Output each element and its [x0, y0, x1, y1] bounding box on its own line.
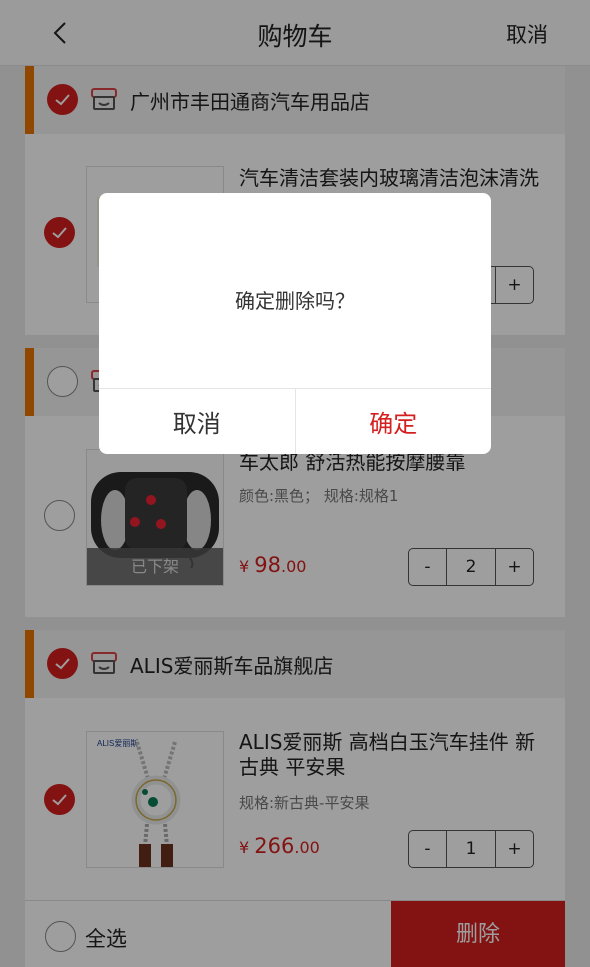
dialog-buttons: 取消 确定 — [99, 388, 491, 454]
dialog-cancel-button[interactable]: 取消 — [99, 389, 296, 454]
dialog-confirm-button[interactable]: 确定 — [296, 389, 492, 454]
confirm-dialog: 确定删除吗？ 取消 确定 — [99, 193, 491, 454]
modal-overlay[interactable] — [0, 0, 590, 967]
dialog-message: 确定删除吗？ — [235, 289, 355, 313]
